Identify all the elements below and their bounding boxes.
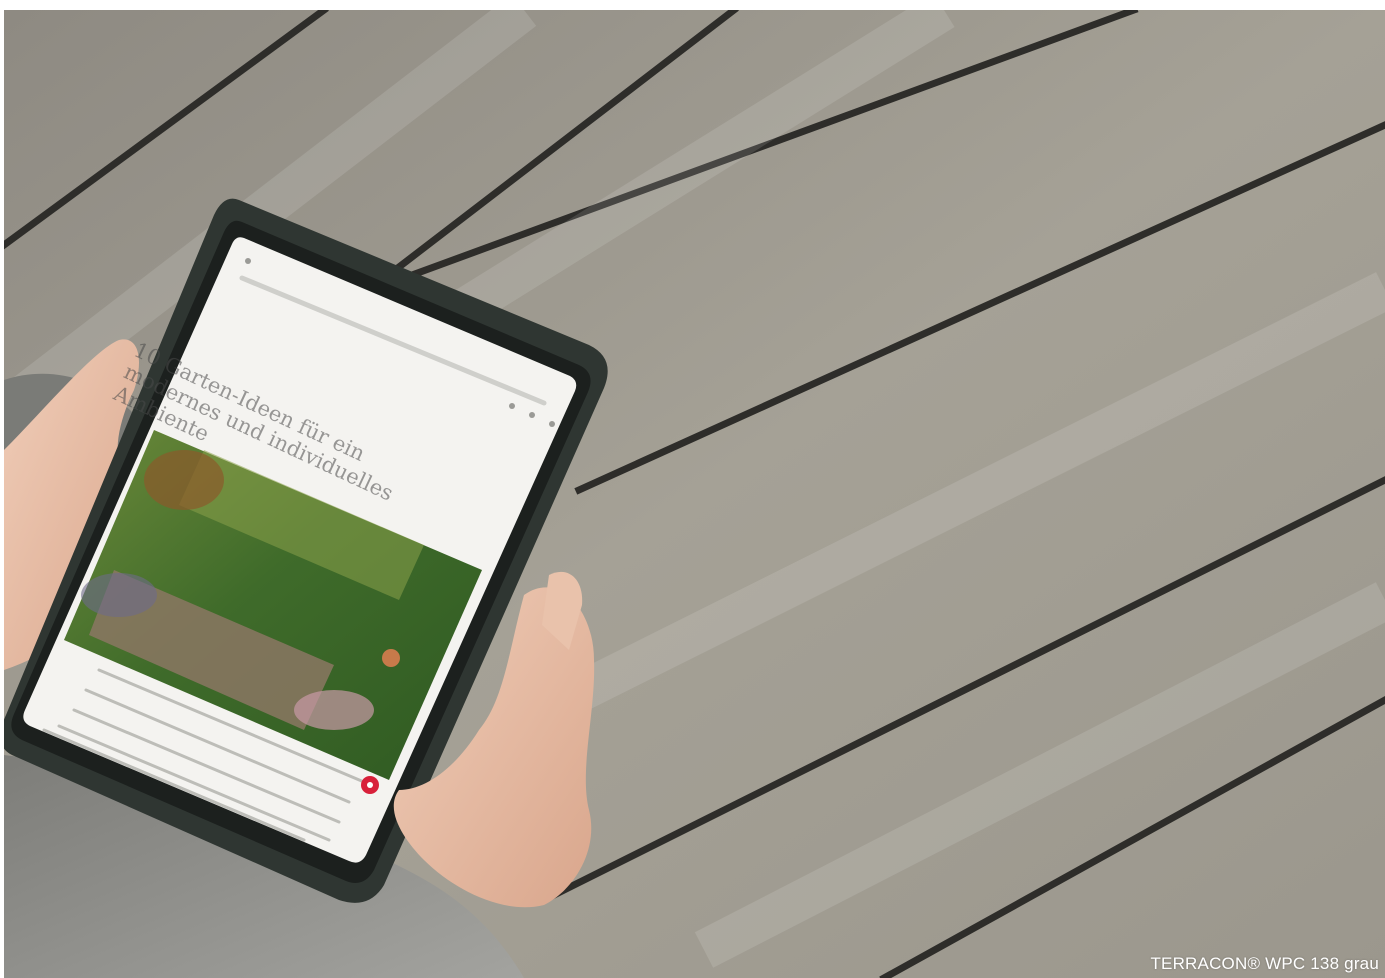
photo-scene bbox=[4, 10, 1385, 978]
image-caption: TERRACON® WPC 138 grau bbox=[1150, 954, 1379, 973]
deck-photo: 10 Garten-Ideen für ein modernes und ind… bbox=[0, 0, 1385, 978]
